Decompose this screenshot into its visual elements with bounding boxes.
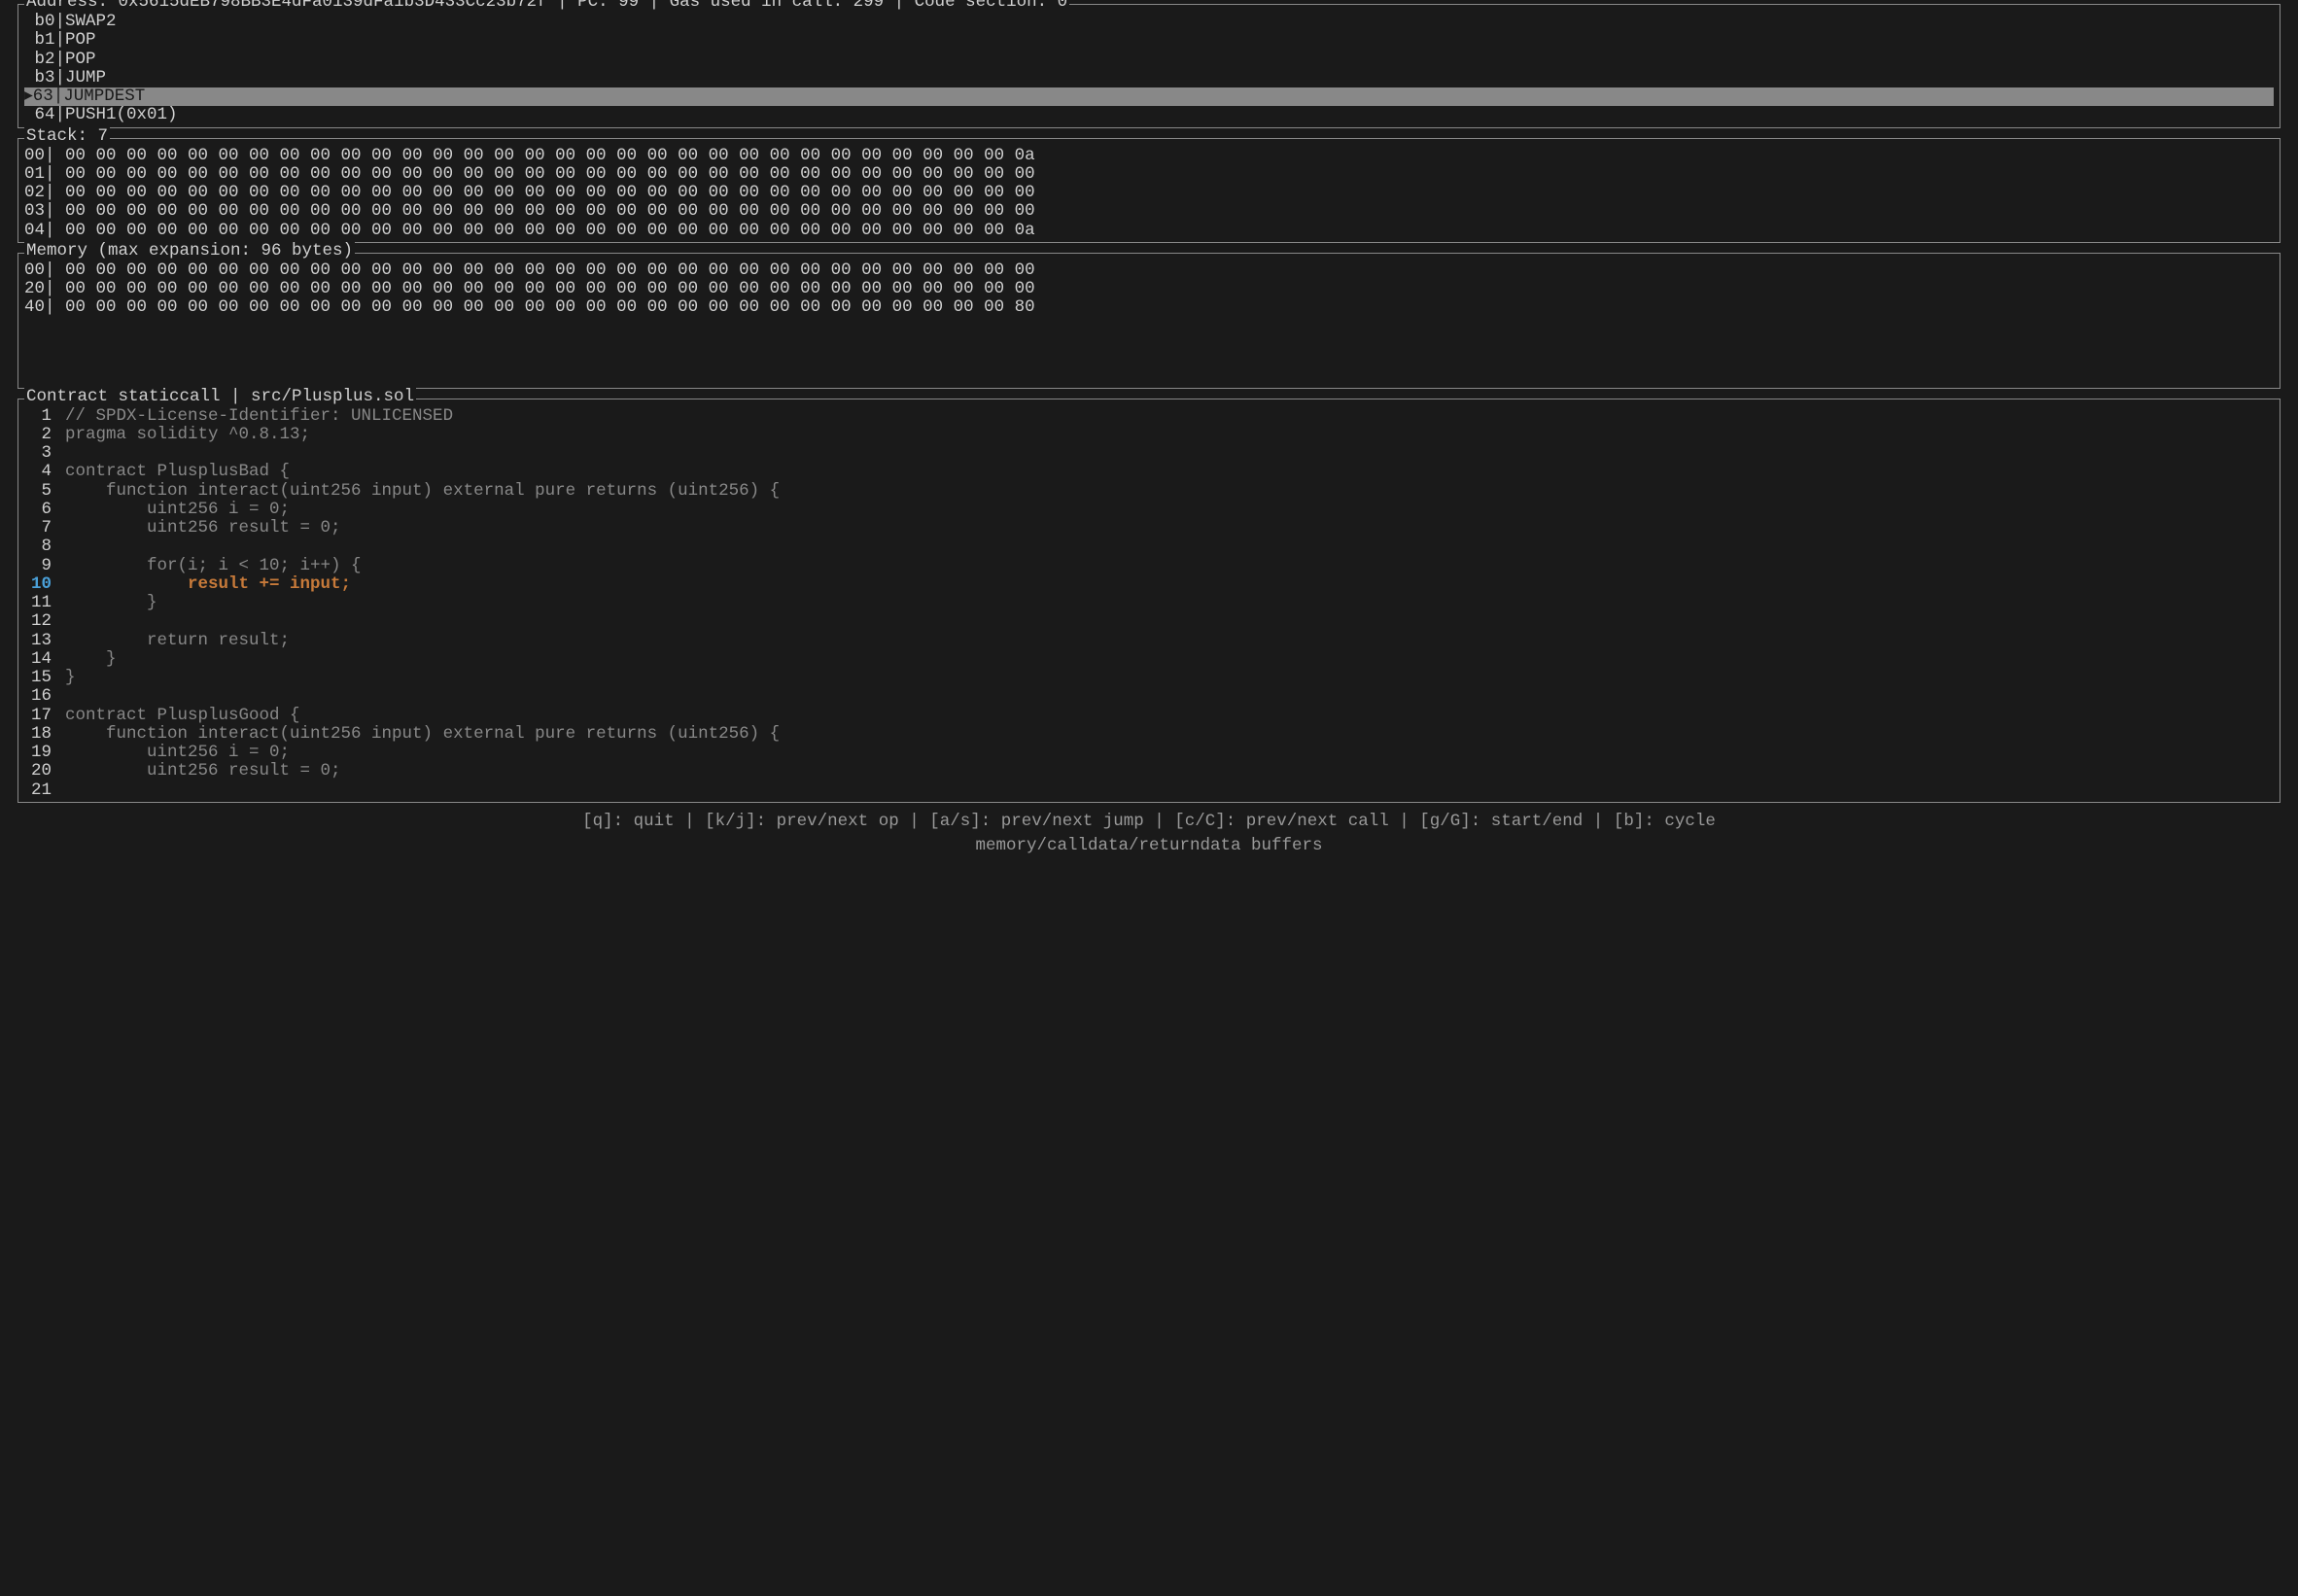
stack-row: 02| 00 00 00 00 00 00 00 00 00 00 00 00 …: [24, 184, 2280, 202]
source-line: 15}: [24, 669, 2280, 687]
source-line: 6 uint256 i = 0;: [24, 501, 2280, 519]
footer-line2: memory/calldata/returndata buffers: [0, 837, 2298, 855]
disasm-line-current: ▸63|JUMPDEST: [24, 87, 2274, 106]
source-lineno: 7: [24, 519, 65, 538]
source-line: 18 function interact(uint256 input) exte…: [24, 725, 2280, 744]
source-line: 11 }: [24, 594, 2280, 612]
source-lineno: 13: [24, 632, 65, 650]
source-lineno: 6: [24, 501, 65, 519]
memory-row: 40| 00 00 00 00 00 00 00 00 00 00 00 00 …: [24, 298, 2280, 317]
source-lineno: 19: [24, 744, 65, 762]
source-line: 7 uint256 result = 0;: [24, 519, 2280, 538]
source-lineno: 16: [24, 687, 65, 706]
source-line: 17contract PlusplusGood {: [24, 707, 2280, 725]
source-code-highlight: result += input;: [65, 575, 351, 594]
memory-row: 00| 00 00 00 00 00 00 00 00 00 00 00 00 …: [24, 261, 2280, 280]
source-panel: Contract staticcall | src/Plusplus.sol 1…: [17, 399, 2281, 803]
disassembly-body: b0|SWAP2 b1|POP b2|POP b3|JUMP▸63|JUMPDE…: [18, 5, 2280, 127]
source-lineno: 12: [24, 612, 65, 631]
disasm-line: 64|PUSH1(0x01): [24, 106, 2280, 124]
source-lineno: 1: [24, 407, 65, 426]
source-code: return result;: [65, 632, 290, 650]
memory-row: 20| 00 00 00 00 00 00 00 00 00 00 00 00 …: [24, 280, 2280, 298]
stack-body: 00| 00 00 00 00 00 00 00 00 00 00 00 00 …: [18, 139, 2280, 242]
stack-panel: Stack: 7 00| 00 00 00 00 00 00 00 00 00 …: [17, 138, 2281, 243]
stack-panel-title: Stack: 7: [24, 127, 110, 146]
source-body: 1// SPDX-License-Identifier: UNLICENSED2…: [18, 399, 2280, 802]
source-lineno: 2: [24, 426, 65, 444]
source-code: // SPDX-License-Identifier: UNLICENSED: [65, 407, 453, 426]
source-panel-title: Contract staticcall | src/Plusplus.sol: [24, 388, 416, 406]
source-line: 13 return result;: [24, 632, 2280, 650]
memory-body: 00| 00 00 00 00 00 00 00 00 00 00 00 00 …: [18, 254, 2280, 388]
disasm-line: b0|SWAP2: [24, 13, 2280, 31]
source-lineno: 5: [24, 482, 65, 501]
source-lineno: 9: [24, 557, 65, 575]
source-line: 19 uint256 i = 0;: [24, 744, 2280, 762]
source-code: contract PlusplusBad {: [65, 463, 290, 481]
source-lineno: 10: [24, 575, 65, 594]
source-code: uint256 i = 0;: [65, 744, 290, 762]
source-lineno: 18: [24, 725, 65, 744]
disasm-line: b2|POP: [24, 51, 2280, 69]
source-line: 14 }: [24, 650, 2280, 669]
source-lineno: 3: [24, 444, 65, 463]
stack-row: 04| 00 00 00 00 00 00 00 00 00 00 00 00 …: [24, 222, 2280, 240]
source-code: }: [65, 594, 157, 612]
source-code: }: [65, 650, 117, 669]
source-code: for(i; i < 10; i++) {: [65, 557, 362, 575]
stack-row: 00| 00 00 00 00 00 00 00 00 00 00 00 00 …: [24, 147, 2280, 165]
source-line: 10 result += input;: [24, 575, 2280, 594]
memory-panel: Memory (max expansion: 96 bytes) 00| 00 …: [17, 253, 2281, 389]
source-line: 21: [24, 781, 2280, 800]
stack-row: 01| 00 00 00 00 00 00 00 00 00 00 00 00 …: [24, 165, 2280, 184]
address-panel: Address: 0x5615dEB798BB3E4dFa0139dFa1b3D…: [17, 4, 2281, 128]
disasm-line: b1|POP: [24, 31, 2280, 50]
source-code: function interact(uint256 input) externa…: [65, 482, 780, 501]
source-line: 1// SPDX-License-Identifier: UNLICENSED: [24, 407, 2280, 426]
source-lineno: 8: [24, 538, 65, 556]
source-code: contract PlusplusGood {: [65, 707, 300, 725]
source-code: uint256 i = 0;: [65, 501, 290, 519]
source-line: 4contract PlusplusBad {: [24, 463, 2280, 481]
source-lineno: 21: [24, 781, 65, 800]
source-line: 3: [24, 444, 2280, 463]
source-line: 12: [24, 612, 2280, 631]
source-code: }: [65, 669, 76, 687]
source-code: uint256 result = 0;: [65, 519, 341, 538]
source-code: pragma solidity ^0.8.13;: [65, 426, 310, 444]
source-line: 16: [24, 687, 2280, 706]
source-line: 5 function interact(uint256 input) exter…: [24, 482, 2280, 501]
source-line: 20 uint256 result = 0;: [24, 762, 2280, 781]
source-lineno: 15: [24, 669, 65, 687]
source-line: 2pragma solidity ^0.8.13;: [24, 426, 2280, 444]
source-lineno: 20: [24, 762, 65, 781]
source-lineno: 4: [24, 463, 65, 481]
disasm-line: b3|JUMP: [24, 69, 2280, 87]
source-lineno: 17: [24, 707, 65, 725]
source-lineno: 11: [24, 594, 65, 612]
source-line: 9 for(i; i < 10; i++) {: [24, 557, 2280, 575]
source-code: function interact(uint256 input) externa…: [65, 725, 780, 744]
stack-row: 03| 00 00 00 00 00 00 00 00 00 00 00 00 …: [24, 202, 2280, 221]
footer-line1: [q]: quit | [k/j]: prev/next op | [a/s]:…: [0, 813, 2298, 831]
source-code: uint256 result = 0;: [65, 762, 341, 781]
source-line: 8: [24, 538, 2280, 556]
source-lineno: 14: [24, 650, 65, 669]
address-panel-title: Address: 0x5615dEB798BB3E4dFa0139dFa1b3D…: [24, 0, 1069, 12]
memory-panel-title: Memory (max expansion: 96 bytes): [24, 242, 355, 260]
